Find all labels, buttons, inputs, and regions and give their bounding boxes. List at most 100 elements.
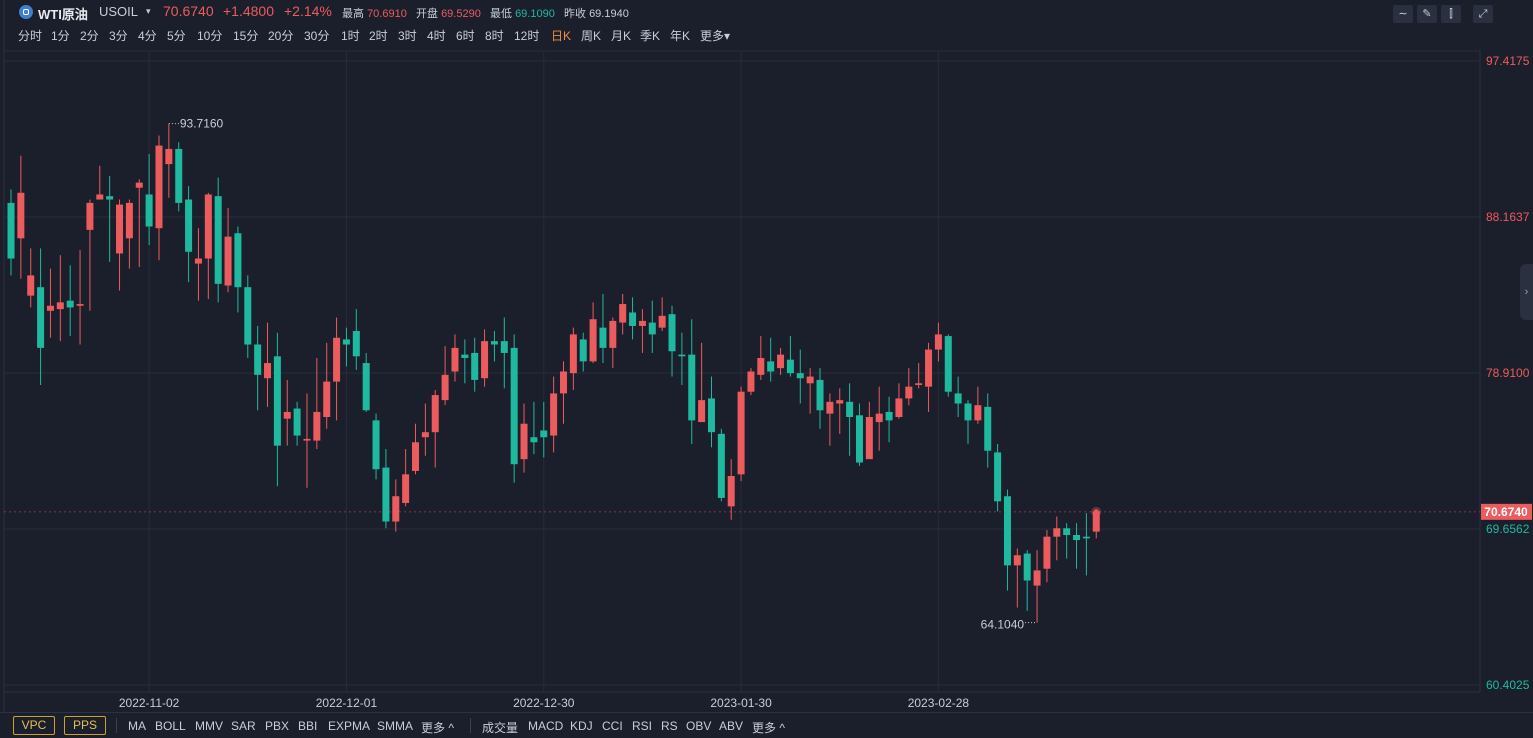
candle-body: [402, 474, 410, 503]
main-indicator-6[interactable]: EXPMA: [328, 719, 370, 733]
sub-indicator-7[interactable]: ABV: [719, 719, 743, 733]
candle-body: [106, 196, 114, 200]
sub-indicator-4[interactable]: RSI: [632, 719, 652, 733]
period-18[interactable]: 周K: [581, 27, 601, 44]
symbol-dropdown-icon[interactable]: ▾: [146, 6, 151, 17]
candle-body: [698, 400, 706, 423]
candle-body: [392, 496, 400, 522]
last-price-dot: [1093, 509, 1099, 515]
main-indicator-3[interactable]: SAR: [231, 719, 256, 733]
period-0[interactable]: 分时: [18, 27, 42, 44]
candle-body: [500, 341, 508, 353]
low-stat: 最低 69.1090: [490, 5, 555, 21]
period-7[interactable]: 15分: [233, 27, 258, 44]
main-indicator-7[interactable]: SMMA: [377, 719, 413, 733]
pencil-icon[interactable]: ✎: [1417, 5, 1437, 23]
candle-body: [569, 334, 577, 374]
pps-button[interactable]: PPS: [64, 716, 106, 735]
candle-body: [362, 363, 370, 411]
x-tick-label: 2022-12-30: [513, 696, 575, 710]
period-12[interactable]: 3时: [398, 27, 417, 44]
period-13[interactable]: 4时: [427, 27, 446, 44]
candle-body: [352, 331, 360, 357]
candle-body: [490, 341, 498, 345]
candle-body: [135, 182, 143, 188]
period-15[interactable]: 8时: [485, 27, 504, 44]
candle-style-icon[interactable]: ⫿: [1441, 5, 1461, 23]
sub-indicator-6[interactable]: OBV: [686, 719, 711, 733]
candle-body: [66, 300, 74, 308]
period-10[interactable]: 1时: [341, 27, 360, 44]
candle-body: [1003, 496, 1011, 566]
y-tick-label: 69.6562: [1486, 522, 1530, 536]
period-14[interactable]: 6时: [456, 27, 475, 44]
main-indicator-5[interactable]: BBI: [298, 719, 317, 733]
main-indicator-2[interactable]: MMV: [195, 719, 223, 733]
sub-indicator-0[interactable]: 成交量: [482, 719, 518, 736]
candle-body: [17, 192, 25, 239]
open-value: 69.5290: [441, 8, 481, 20]
chevron-right-icon[interactable]: ›: [1520, 264, 1533, 320]
main-indicator-1[interactable]: BOLL: [155, 719, 186, 733]
period-5[interactable]: 5分: [167, 27, 186, 44]
candle-body: [964, 403, 972, 421]
sub-indicator-8[interactable]: 更多 ^: [752, 719, 785, 736]
x-tick-label: 2023-02-28: [908, 696, 970, 710]
period-21[interactable]: 年K: [670, 27, 690, 44]
candle-body: [441, 374, 449, 401]
open-label: 开盘: [416, 8, 438, 20]
period-11[interactable]: 2时: [369, 27, 388, 44]
high-label: 最高: [342, 8, 364, 20]
symbol-name[interactable]: WTI原油: [38, 4, 88, 23]
sub-indicator-5[interactable]: RS: [661, 719, 678, 733]
period-6[interactable]: 10分: [197, 27, 222, 44]
low-value: 69.1090: [515, 8, 555, 20]
candle-body: [915, 383, 923, 385]
candle-body: [885, 411, 893, 421]
candle-body: [313, 411, 321, 441]
candle-body: [1043, 536, 1051, 569]
period-19[interactable]: 月K: [611, 27, 631, 44]
candle-body: [224, 236, 232, 286]
candle-body: [658, 315, 666, 328]
period-20[interactable]: 季K: [640, 27, 660, 44]
y-tick-label: 97.4175: [1486, 54, 1530, 68]
candle-body: [619, 304, 627, 323]
line-tool-icon[interactable]: ∼: [1393, 5, 1413, 23]
fullscreen-icon[interactable]: ⤢: [1473, 5, 1493, 23]
y-tick-label: 60.4025: [1486, 678, 1530, 692]
candle-body: [333, 337, 341, 382]
period-4[interactable]: 4分: [138, 27, 157, 44]
symbol-header: WTI原油 USOIL ▾ 70.6740 +1.4800 +2.14% 最高 …: [0, 0, 1533, 24]
prev-close-label: 昨收: [564, 8, 586, 20]
candle-body: [1033, 570, 1041, 586]
candlestick-chart[interactable]: 97.4175 88.1637 78.9100 69.6562 60.4025 2022…: [0, 0, 1533, 712]
period-9[interactable]: 30分: [304, 27, 329, 44]
candle-body: [273, 356, 281, 446]
candle-body: [1073, 535, 1081, 541]
candle-body: [579, 339, 587, 362]
candle-body: [934, 334, 942, 350]
vpc-button[interactable]: VPC: [13, 716, 55, 735]
candle-body: [688, 354, 696, 421]
candle-body: [905, 386, 913, 399]
candle: [944, 334, 952, 397]
main-indicator-8[interactable]: 更多 ^: [421, 719, 454, 736]
period-22[interactable]: 更多▾: [700, 27, 730, 44]
period-16[interactable]: 12时: [514, 27, 539, 44]
period-8[interactable]: 20分: [268, 27, 293, 44]
sub-indicator-1[interactable]: MACD: [528, 719, 563, 733]
period-3[interactable]: 3分: [109, 27, 128, 44]
candle-body: [461, 354, 469, 358]
sub-indicator-3[interactable]: CCI: [602, 719, 623, 733]
candle-body: [116, 204, 124, 254]
main-indicator-4[interactable]: PBX: [265, 719, 289, 733]
main-indicator-0[interactable]: MA: [128, 719, 146, 733]
period-17[interactable]: 日K: [551, 27, 571, 44]
period-2[interactable]: 2分: [80, 27, 99, 44]
candle-body: [1023, 553, 1031, 581]
symbol-code[interactable]: USOIL: [99, 4, 138, 19]
sub-indicator-2[interactable]: KDJ: [570, 719, 593, 733]
chart-toolbar: ∼ ✎ ⫿ ⤢: [1393, 5, 1503, 23]
period-1[interactable]: 1分: [51, 27, 70, 44]
